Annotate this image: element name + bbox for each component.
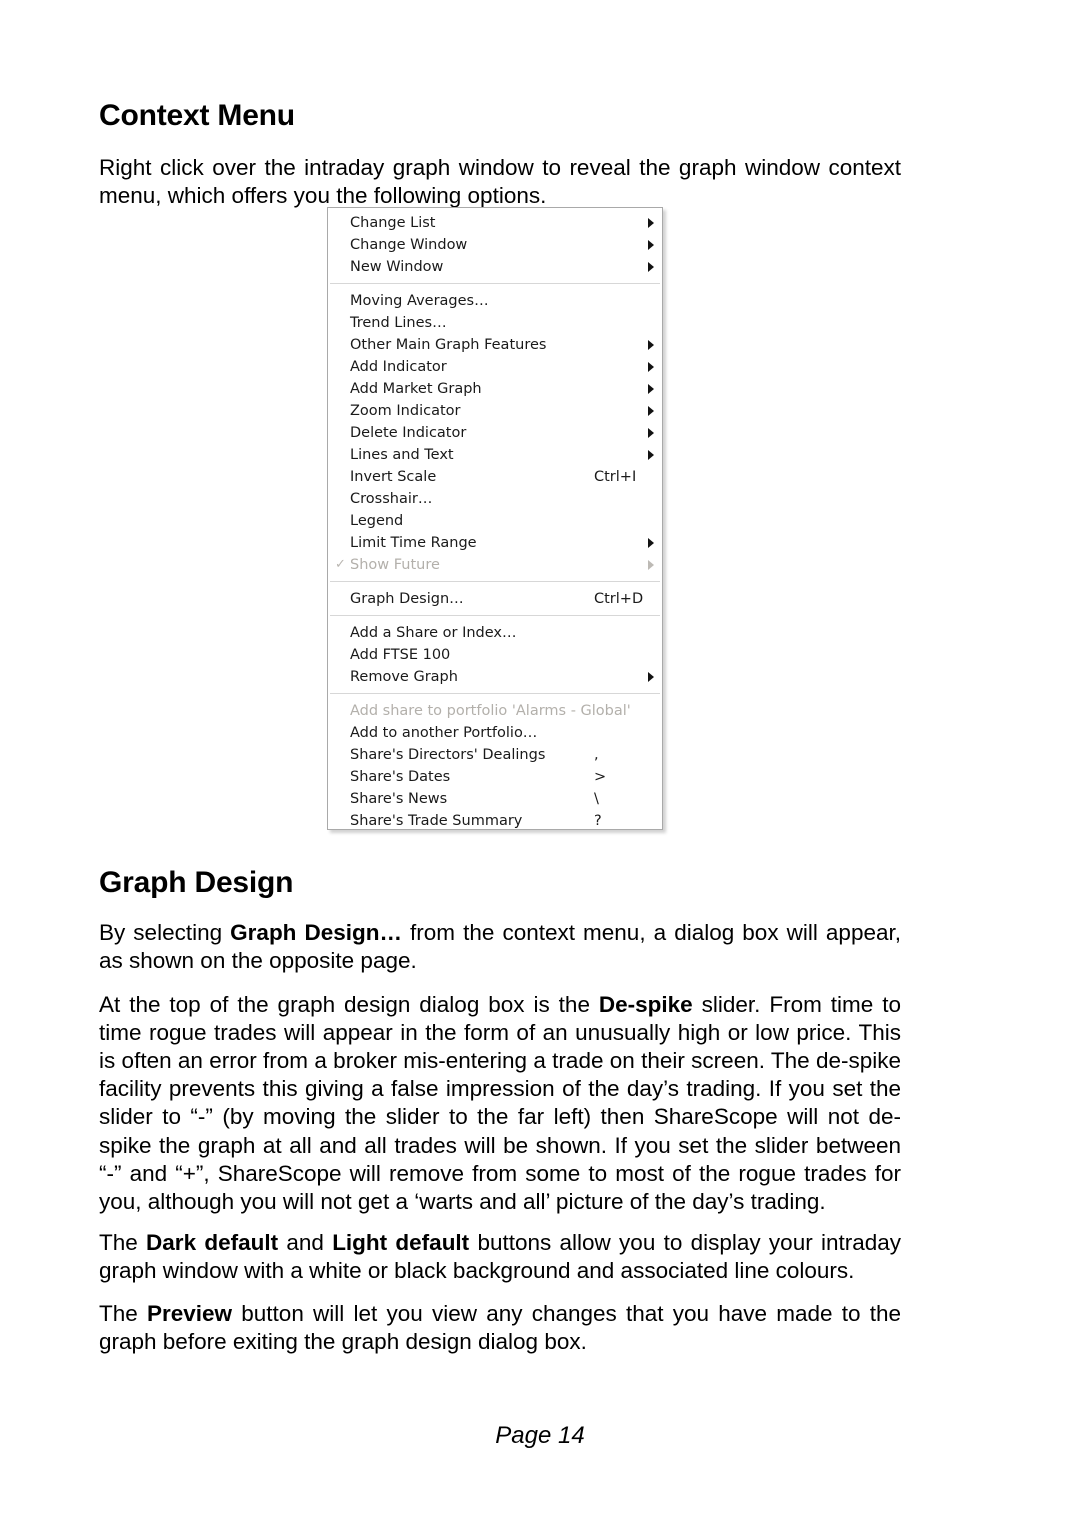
menu-item-label: Share's News — [350, 791, 448, 807]
text-run: The — [99, 1229, 147, 1255]
menu-item[interactable]: Share's News \ — [328, 788, 662, 810]
menu-item-label: Delete Indicator — [350, 425, 467, 441]
menu-item-shortcut: > — [594, 769, 607, 785]
menu-item[interactable]: Share's Directors' Dealings, — [328, 744, 662, 766]
page-heading-graph-design: Graph Design — [99, 866, 294, 900]
menu-separator — [330, 581, 660, 583]
menu-item-shortcut: Ctrl+I — [594, 469, 637, 485]
emphasis-graph-design: Graph Design… — [230, 919, 402, 945]
menu-item-label: Crosshair… — [350, 491, 433, 507]
menu-item[interactable]: Share's Dates > — [328, 766, 662, 788]
menu-item-label: Graph Design… — [350, 591, 464, 607]
intro-paragraph: Right click over the intraday graph wind… — [99, 154, 901, 208]
menu-item-label: Invert Scale — [350, 469, 437, 485]
menu-item-label: Remove Graph — [350, 669, 458, 685]
submenu-arrow-icon — [648, 384, 654, 394]
emphasis-dark-default: Dark default — [146, 1229, 279, 1255]
submenu-arrow-icon — [648, 560, 654, 570]
menu-item[interactable]: New Window — [328, 256, 662, 278]
menu-item-shortcut: Ctrl+D — [594, 591, 644, 607]
text-run: The — [99, 1300, 147, 1326]
menu-item-label: Add FTSE 100 — [350, 647, 451, 663]
text-run: slider. From time to time rogue trades w… — [99, 991, 902, 1214]
graph-design-paragraph-1: By selecting Graph Design… from the cont… — [99, 919, 901, 975]
menu-item-label: Limit Time Range — [350, 535, 477, 551]
menu-item[interactable]: Invert Scale Ctrl+I — [328, 466, 662, 488]
submenu-arrow-icon — [648, 340, 654, 350]
menu-item[interactable]: Legend — [328, 510, 662, 532]
context-menu-screenshot: Change List Change Window New Window Moving… — [327, 207, 663, 830]
submenu-arrow-icon — [648, 538, 654, 548]
submenu-arrow-icon — [648, 428, 654, 438]
menu-item-shortcut: , — [594, 747, 599, 763]
menu-item[interactable]: Trend Lines… — [328, 312, 662, 334]
text-run: By selecting — [99, 919, 231, 945]
menu-item-label: Add to another Portfolio… — [350, 725, 538, 741]
submenu-arrow-icon — [648, 406, 654, 416]
document-page: Context Menu Right click over the intrad… — [0, 0, 1080, 1532]
menu-separator — [330, 693, 660, 695]
menu-separator — [330, 283, 660, 285]
menu-item-label: Trend Lines… — [350, 315, 447, 331]
menu-item[interactable]: Change Window — [328, 234, 662, 256]
menu-item-label: Moving Averages… — [350, 293, 489, 309]
page-footer: Page 14 — [495, 1422, 585, 1449]
menu-item[interactable]: Share's Trade Summary? — [328, 810, 662, 832]
menu-item[interactable]: Add Market Graph — [328, 378, 662, 400]
menu-item[interactable]: Lines and Text — [328, 444, 662, 466]
emphasis-preview: Preview — [147, 1300, 233, 1326]
menu-item[interactable]: Add a Share or Index… — [328, 622, 662, 644]
context-menu-body: Change List Change Window New Window Moving… — [328, 208, 662, 829]
graph-design-paragraph-4: The Preview button will let you view any… — [99, 1300, 901, 1356]
page-heading-context-menu: Context Menu — [99, 99, 295, 133]
menu-item[interactable]: Zoom Indicator — [328, 400, 662, 422]
menu-item-shortcut: ? — [594, 813, 602, 829]
menu-item-shortcut: \ — [594, 791, 599, 807]
menu-item-label: Legend — [350, 513, 404, 529]
menu-item-label: New Window — [350, 259, 444, 275]
checkmark-icon: ✓ — [335, 557, 346, 572]
submenu-arrow-icon — [648, 262, 654, 272]
menu-item[interactable]: Add Indicator — [328, 356, 662, 378]
menu-item-label: Lines and Text — [350, 447, 454, 463]
submenu-arrow-icon — [648, 218, 654, 228]
menu-item-label: Change Window — [350, 237, 468, 253]
menu-item-label: Add a Share or Index… — [350, 625, 517, 641]
emphasis-de-spike: De-spike — [598, 991, 693, 1017]
submenu-arrow-icon — [648, 450, 654, 460]
menu-item-label: Show Future — [350, 557, 440, 573]
menu-item[interactable]: Add to another Portfolio… — [328, 722, 662, 744]
graph-design-paragraph-3: The Dark default and Light default butto… — [99, 1229, 901, 1285]
menu-item[interactable]: Delete Indicator — [328, 422, 662, 444]
menu-item-label: Other Main Graph Features — [350, 337, 547, 353]
menu-item[interactable]: Crosshair… — [328, 488, 662, 510]
menu-item-label: Add share to portfolio 'Alarms - Global' — [350, 703, 631, 719]
text-run: At the top of the graph design dialog bo… — [99, 991, 599, 1017]
menu-item-label: Add Indicator — [350, 359, 447, 375]
menu-item-label: Share's Directors' Dealings — [350, 747, 546, 763]
emphasis-light-default: Light default — [332, 1229, 470, 1255]
menu-item[interactable]: Remove Graph — [328, 666, 662, 688]
submenu-arrow-icon — [648, 240, 654, 250]
menu-item-label: Add Market Graph — [350, 381, 482, 397]
menu-item-label: Share's Dates — [350, 769, 451, 785]
menu-item-label: Change List — [350, 215, 436, 231]
menu-item: ✓ Show Future — [328, 554, 662, 576]
menu-separator — [330, 615, 660, 617]
submenu-arrow-icon — [648, 672, 654, 682]
text-run: and — [278, 1229, 333, 1255]
menu-item[interactable]: Other Main Graph Features — [328, 334, 662, 356]
menu-item: Add share to portfolio 'Alarms - Global' — [328, 700, 662, 722]
menu-item-label: Share's Trade Summary — [350, 813, 523, 829]
submenu-arrow-icon — [648, 362, 654, 372]
menu-item[interactable]: Limit Time Range — [328, 532, 662, 554]
menu-item-label: Zoom Indicator — [350, 403, 461, 419]
graph-design-paragraph-2: At the top of the graph design dialog bo… — [99, 991, 901, 1217]
menu-item[interactable]: Change List — [328, 212, 662, 234]
menu-item[interactable]: Add FTSE 100 — [328, 644, 662, 666]
menu-item[interactable]: Graph Design… Ctrl+D — [328, 588, 662, 610]
menu-item[interactable]: Moving Averages… — [328, 290, 662, 312]
